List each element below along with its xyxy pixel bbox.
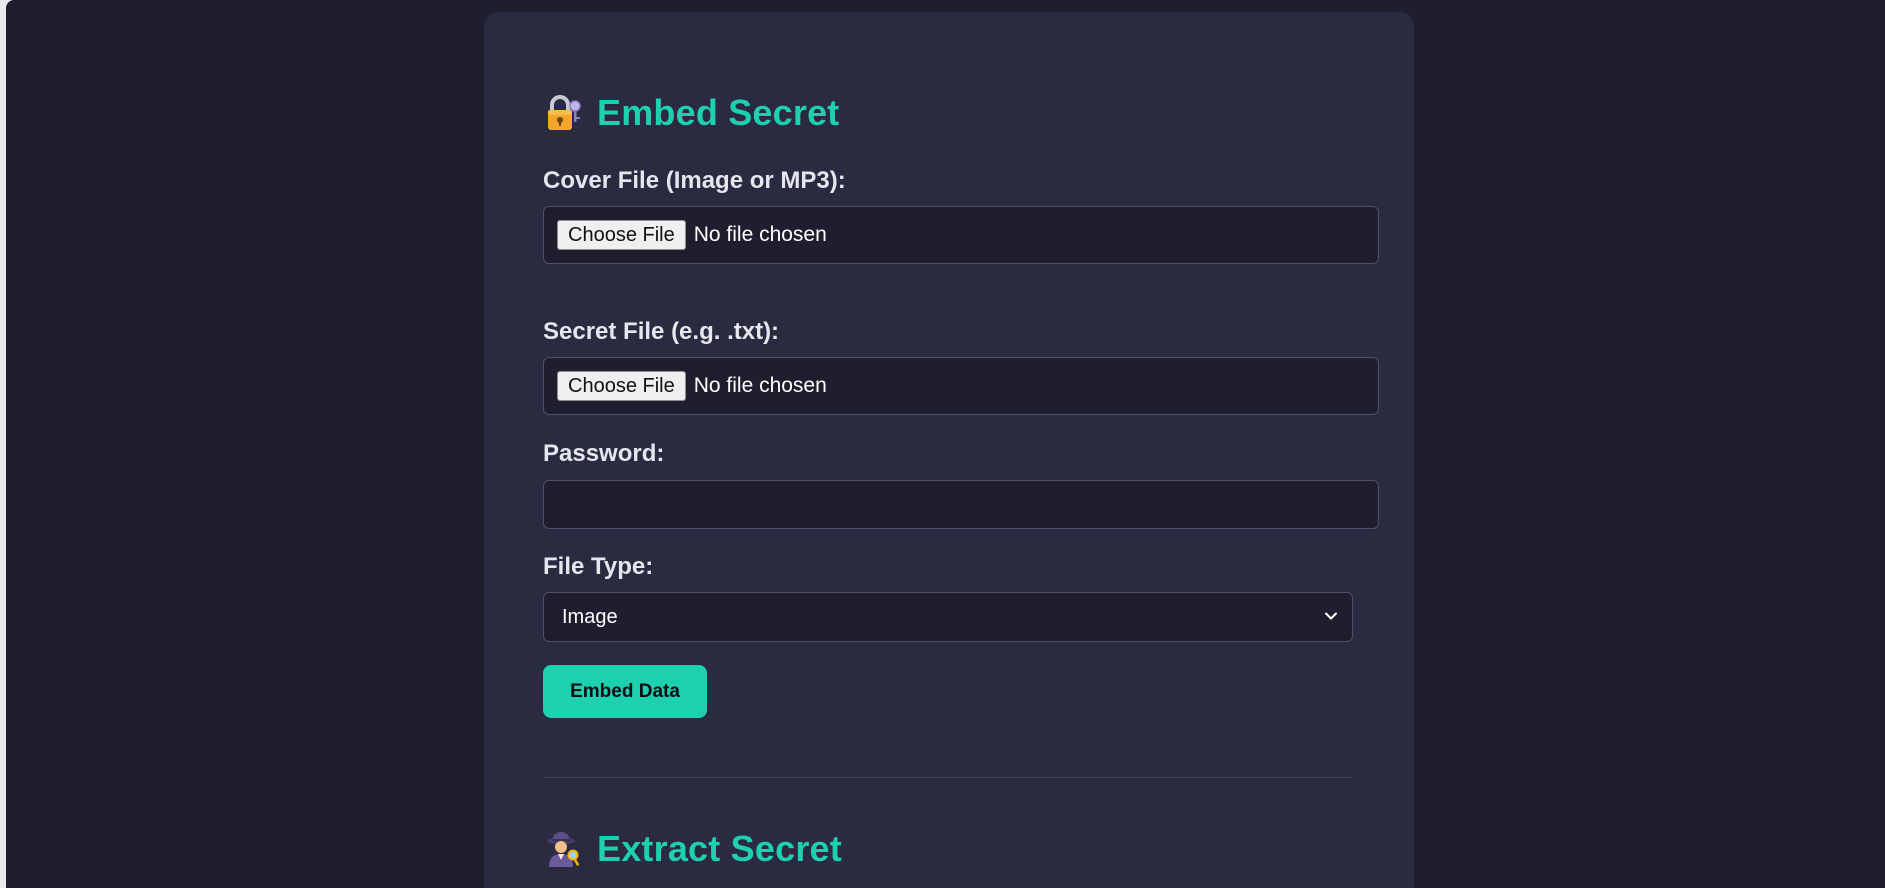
- file-type-selected-value: Image: [562, 605, 618, 628]
- secret-file-input[interactable]: Choose File No file chosen: [543, 357, 1379, 415]
- extract-secret-title: Extract Secret: [597, 828, 842, 869]
- secret-file-status: No file chosen: [693, 374, 827, 397]
- embed-data-button[interactable]: Embed Data: [543, 665, 707, 718]
- main-card: Embed Secret Cover File (Image or MP3): …: [484, 12, 1414, 888]
- embed-secret-heading: Embed Secret: [543, 92, 840, 134]
- cover-file-label: Cover File (Image or MP3):: [543, 167, 846, 194]
- extract-secret-heading: Extract Secret: [543, 828, 842, 870]
- cover-file-input[interactable]: Choose File No file chosen: [543, 206, 1379, 264]
- chevron-down-icon: [1324, 606, 1338, 629]
- embed-secret-title: Embed Secret: [597, 92, 840, 133]
- secret-choose-file-button[interactable]: Choose File: [557, 371, 686, 401]
- file-type-label: File Type:: [543, 553, 654, 580]
- detective-icon: [543, 829, 583, 869]
- page-background: Embed Secret Cover File (Image or MP3): …: [6, 0, 1885, 888]
- cover-choose-file-button[interactable]: Choose File: [557, 220, 686, 250]
- file-type-select[interactable]: Image: [543, 592, 1353, 642]
- password-label: Password:: [543, 440, 665, 467]
- section-divider: [543, 777, 1353, 778]
- cover-file-status: No file chosen: [693, 223, 827, 246]
- secret-file-label: Secret File (e.g. .txt):: [543, 318, 780, 345]
- password-field[interactable]: [543, 480, 1379, 529]
- locked-with-key-icon: [543, 93, 583, 133]
